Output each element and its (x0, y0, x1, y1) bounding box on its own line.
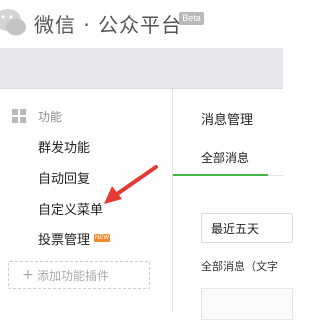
sidebar-item-custom-menu[interactable]: 自定义菜单 (38, 199, 103, 218)
sidebar-item-auto-reply[interactable]: 自动回复 (38, 168, 90, 187)
add-plugin-label: 添加功能插件 (37, 269, 110, 283)
beta-badge: Beta (179, 12, 204, 25)
brand-title[interactable]: 微信 · 公众平台 (34, 9, 182, 38)
message-list-area (201, 288, 293, 320)
sidebar-item-vote-management[interactable]: 投票管理 (38, 229, 90, 248)
add-plugin-button[interactable]: + 添加功能插件 (8, 261, 150, 289)
tab-divider (268, 175, 283, 176)
page-title: 消息管理 (201, 113, 254, 128)
new-badge: NEW (94, 234, 110, 242)
tab-all-messages[interactable]: 全部消息 (201, 149, 249, 166)
date-range-value: 最近五天 (211, 222, 260, 236)
date-range-select[interactable]: 最近五天 (201, 213, 293, 243)
wechat-logo-icon[interactable] (0, 6, 28, 40)
grid-icon (12, 109, 26, 123)
sidebar-item-mass-send[interactable]: 群发功能 (38, 137, 90, 156)
plus-icon: + (22, 267, 34, 283)
active-tab-indicator (173, 174, 268, 176)
account-banner (0, 48, 283, 89)
message-summary-label: 全部消息（文字 (201, 260, 278, 273)
sidebar-section-label: 功能 (38, 110, 63, 124)
